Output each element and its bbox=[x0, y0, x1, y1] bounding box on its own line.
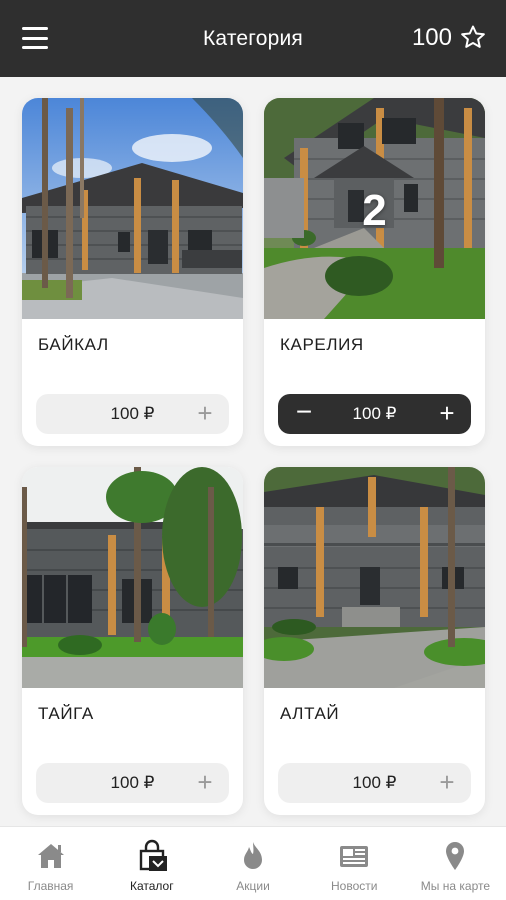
newspaper-icon bbox=[340, 846, 369, 867]
page-title: Категория bbox=[203, 26, 303, 50]
plus-icon[interactable]: + bbox=[435, 769, 459, 795]
product-image[interactable] bbox=[264, 467, 485, 688]
nav-item-news[interactable]: Новости bbox=[304, 827, 405, 900]
nav-item-catalog[interactable]: Каталог bbox=[101, 827, 202, 900]
points-value: 100 bbox=[411, 24, 452, 51]
nav-item-promotions[interactable]: Акции bbox=[202, 827, 303, 900]
product-card[interactable]: ТАЙГА 100 ₽ + bbox=[22, 467, 243, 815]
nav-item-map[interactable]: Мы на карте bbox=[405, 827, 506, 900]
product-price: 100 ₽ bbox=[110, 404, 155, 423]
add-to-cart-control[interactable]: 100 ₽ + bbox=[36, 763, 229, 803]
nav-label: Новости bbox=[330, 879, 378, 893]
plus-icon[interactable]: + bbox=[193, 400, 217, 426]
add-to-cart-control[interactable]: 100 ₽ + bbox=[36, 394, 229, 434]
product-image[interactable] bbox=[22, 98, 243, 319]
cart-quantity-badge: 2 bbox=[362, 186, 387, 235]
shopping-bag-icon bbox=[139, 839, 167, 871]
menu-icon[interactable] bbox=[22, 27, 48, 49]
plus-icon[interactable]: + bbox=[435, 400, 459, 426]
product-name: БАЙКАЛ bbox=[38, 335, 109, 354]
product-image[interactable]: 2 bbox=[264, 98, 485, 319]
product-image[interactable] bbox=[22, 467, 243, 688]
nav-label: Каталог bbox=[129, 879, 174, 893]
bottom-navigation: Главная Каталог Акции Новости Мы на карт… bbox=[0, 826, 506, 900]
add-to-cart-control[interactable]: 100 ₽ + bbox=[278, 763, 471, 803]
product-card[interactable]: БАЙКАЛ 100 ₽ + bbox=[22, 98, 243, 446]
product-name: АЛТАЙ bbox=[280, 704, 340, 723]
nav-label: Мы на карте bbox=[420, 879, 491, 893]
app-screen: Категория 100 БАЙКАЛ 100 ₽ + 2 КАРЕЛИЯ −… bbox=[0, 0, 506, 900]
home-icon bbox=[37, 844, 64, 868]
product-price: 100 ₽ bbox=[352, 404, 397, 423]
nav-label: Акции bbox=[236, 879, 270, 893]
nav-item-home[interactable]: Главная bbox=[0, 827, 101, 900]
flame-icon bbox=[244, 842, 262, 869]
product-price: 100 ₽ bbox=[110, 773, 155, 792]
product-name: ТАЙГА bbox=[38, 704, 94, 723]
cart-stepper[interactable]: − 100 ₽ + bbox=[278, 394, 471, 434]
product-price: 100 ₽ bbox=[352, 773, 397, 792]
product-name: КАРЕЛИЯ bbox=[280, 335, 364, 354]
product-card[interactable]: АЛТАЙ 100 ₽ + bbox=[264, 467, 485, 815]
minus-icon[interactable]: − bbox=[292, 398, 316, 426]
top-app-bar: Категория 100 bbox=[0, 0, 506, 77]
map-pin-icon bbox=[446, 842, 465, 870]
plus-icon[interactable]: + bbox=[193, 769, 217, 795]
nav-label: Главная bbox=[27, 879, 74, 893]
points-counter[interactable]: 100 bbox=[412, 22, 488, 54]
star-outline-icon bbox=[461, 25, 485, 48]
product-card[interactable]: 2 КАРЕЛИЯ − 100 ₽ + bbox=[264, 98, 485, 446]
